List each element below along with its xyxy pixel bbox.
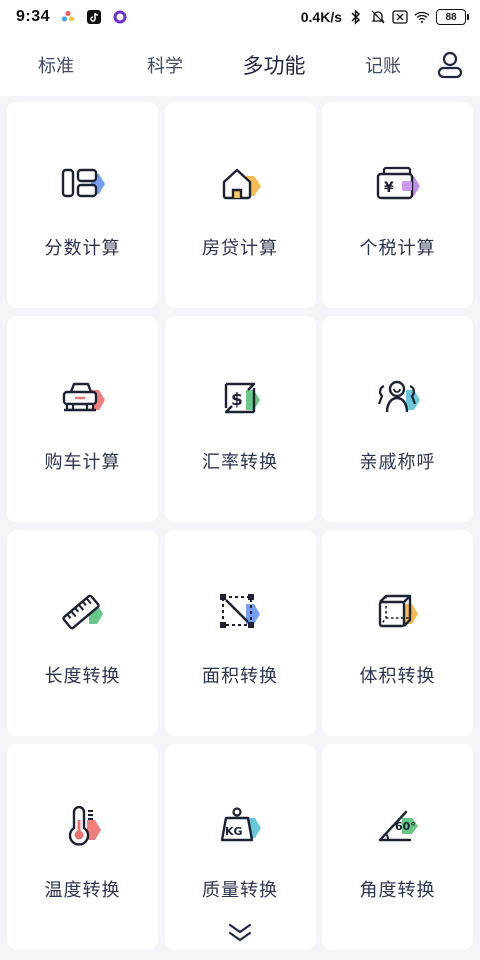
tool-card-length[interactable]: 长度转换 [7, 530, 158, 736]
status-right: 0.4K/s 88 [300, 9, 469, 25]
tool-card-income-tax[interactable]: ¥ 个税计算 [322, 102, 473, 308]
tool-label: 个税计算 [359, 238, 436, 259]
tool-label: 亲戚称呼 [359, 452, 436, 473]
tool-card-relatives[interactable]: 亲戚称呼 [322, 316, 473, 522]
exchange-dollar-icon: $ [214, 378, 266, 418]
wallet-yuan-icon: ¥ [372, 164, 424, 204]
tiktok-icon [86, 9, 102, 25]
tab-scientific[interactable]: 科学 [125, 34, 205, 96]
bluetooth-icon [348, 9, 364, 25]
car-icon [57, 378, 109, 418]
status-left: 9:34 [16, 8, 128, 26]
tool-card-angle[interactable]: 60° 角度转换 [322, 744, 473, 950]
cube-icon [372, 592, 424, 632]
family-icon [372, 378, 424, 418]
tool-card-area[interactable]: 面积转换 [164, 530, 316, 736]
sim-x-icon [392, 9, 408, 25]
user-button[interactable] [434, 49, 466, 81]
tool-card-volume[interactable]: 体积转换 [322, 530, 473, 736]
double-chevron-down-icon [228, 923, 252, 942]
tab-bookkeeping[interactable]: 记账 [343, 34, 423, 96]
tool-label: 面积转换 [202, 666, 278, 687]
battery-icon: 88 [436, 9, 469, 25]
battery-level: 88 [445, 11, 457, 23]
tab-standard[interactable]: 标准 [16, 34, 96, 96]
ruler-icon [57, 592, 109, 632]
kg-text: KG [225, 825, 243, 838]
expand-more-button[interactable] [224, 918, 256, 946]
top-nav: 标准 科学 多功能 记账 [0, 34, 480, 96]
tool-card-temperature[interactable]: 温度转换 [7, 744, 158, 950]
tool-label: 长度转换 [44, 666, 121, 687]
tool-label: 汇率转换 [202, 452, 278, 473]
tool-card-mortgage[interactable]: 房贷计算 [164, 102, 316, 308]
tool-label: 温度转换 [44, 880, 121, 901]
yuan-symbol: ¥ [384, 180, 394, 196]
wifi-icon [414, 9, 430, 25]
user-icon [437, 51, 463, 79]
status-time: 9:34 [16, 8, 51, 25]
angle-icon: 60° [372, 806, 424, 846]
house-icon [214, 164, 266, 204]
status-bar: 9:34 0.4K/s 88 [0, 0, 480, 34]
network-speed: 0.4K/s [300, 9, 342, 25]
tool-label: 质量转换 [202, 880, 278, 901]
tool-label: 体积转换 [359, 666, 436, 687]
angle-text: 60° [395, 820, 416, 833]
area-icon [214, 592, 266, 632]
fraction-icon [57, 164, 109, 204]
circle-app-icon [112, 9, 128, 25]
tool-label: 角度转换 [359, 880, 436, 901]
mute-bell-icon [370, 9, 386, 25]
app-colorful-icon [60, 9, 76, 25]
tool-card-fraction[interactable]: 分数计算 [7, 102, 158, 308]
tab-multifunction[interactable]: 多功能 [234, 34, 314, 96]
dollar-symbol: $ [231, 390, 243, 410]
tool-grid: 分数计算 房贷计算 ¥ 个税计算 购车计算 $ 汇率转换 亲戚称呼 长度转换 面… [7, 102, 473, 950]
tool-card-exchange[interactable]: $ 汇率转换 [164, 316, 316, 522]
weight-kg-icon: KG [214, 806, 266, 846]
thermometer-icon [57, 806, 109, 846]
tool-label: 购车计算 [44, 452, 121, 473]
tool-label: 分数计算 [44, 238, 121, 259]
tool-label: 房贷计算 [202, 238, 278, 259]
tool-card-car[interactable]: 购车计算 [7, 316, 158, 522]
